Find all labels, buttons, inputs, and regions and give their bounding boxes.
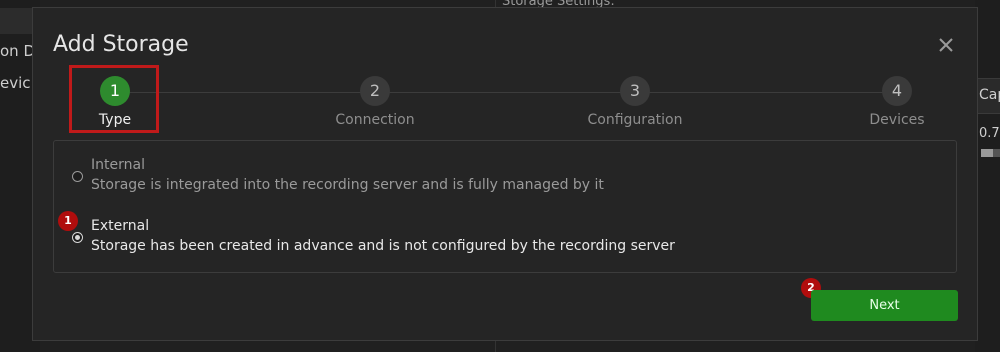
option-description: Storage is integrated into the recording… [91,177,604,193]
background-text: on D [0,42,36,60]
step-devices: 4 Devices [837,76,957,128]
option-description: Storage has been created in advance and … [91,238,675,254]
dialog-title: Add Storage [53,32,189,57]
annotation-highlight-box [69,65,159,133]
step-label: Configuration [587,112,683,128]
storage-type-panel: Internal Storage is integrated into the … [53,140,957,273]
radio-external[interactable] [72,232,83,243]
radio-internal[interactable] [72,171,83,182]
stepper-line [115,92,897,93]
background-cell-value: 0.7 [979,126,1000,141]
close-icon [939,38,953,52]
close-button[interactable] [935,34,957,56]
wizard-stepper: 1 Type 2 Connection 3 Configuration 4 De… [33,76,979,136]
step-connection: 2 Connection [315,76,435,128]
background-column-label: Cap [979,87,1000,103]
next-button[interactable]: Next [811,290,958,321]
background-right-panel: Cap 0.7 [975,0,1000,352]
step-number: 3 [620,76,650,106]
background-text: evic [0,74,31,92]
step-configuration: 3 Configuration [575,76,695,128]
step-label: Devices [869,112,925,128]
option-title: Internal [91,157,145,173]
option-internal[interactable]: Internal Storage is integrated into the … [54,157,934,197]
step-number: 2 [360,76,390,106]
option-title: External [91,218,150,234]
step-number: 4 [882,76,912,106]
step-label: Connection [335,112,415,128]
background-capacity-fill [981,149,993,157]
add-storage-dialog: Add Storage 1 Type 2 Connection 3 Config… [32,7,978,341]
option-external[interactable]: External Storage has been created in adv… [54,218,934,258]
step-badge: 1 [58,211,78,231]
